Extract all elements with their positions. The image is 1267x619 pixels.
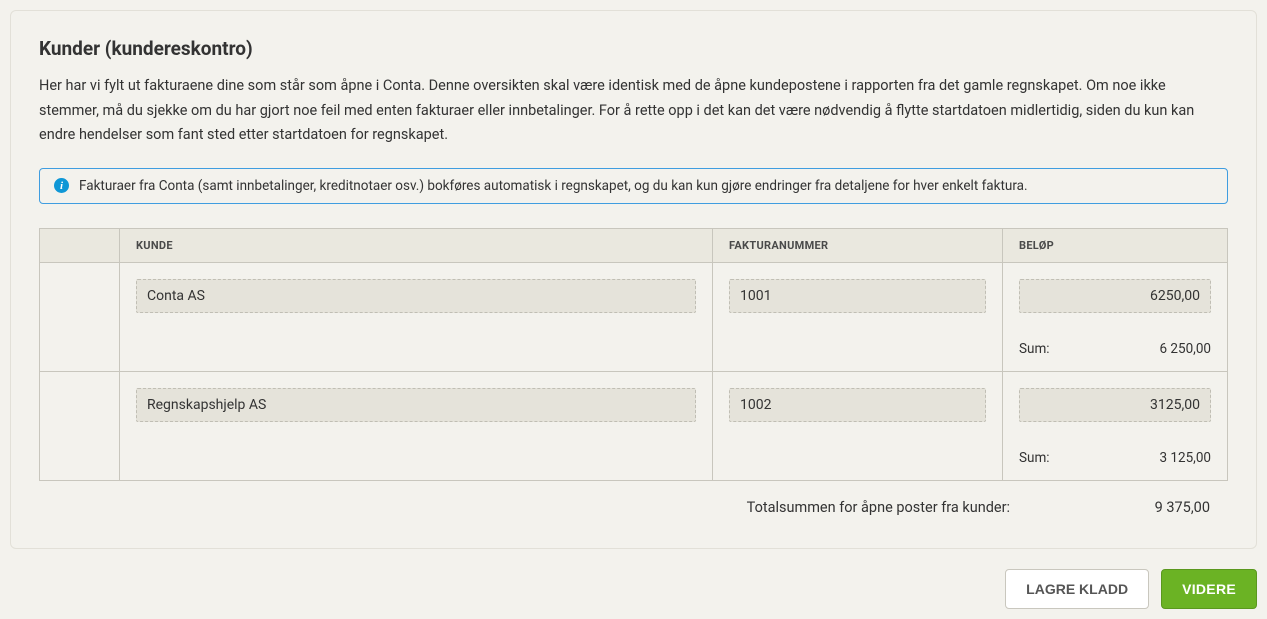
total-value: 9 375,00 — [1120, 499, 1210, 516]
col-header-fakturanummer: FAKTURANUMMER — [713, 228, 1003, 262]
customer-table: KUNDE FAKTURANUMMER BELØP Conta AS 1001 … — [39, 228, 1228, 481]
table-row: Conta AS 1001 6250,00 Sum: 6 250,00 — [40, 262, 1228, 371]
info-text: Fakturaer fra Conta (samt innbetalinger,… — [79, 178, 1028, 194]
row-sum-value: 3 125,00 — [1159, 450, 1211, 466]
amount-field: 3125,00 — [1019, 388, 1211, 422]
customer-name-field: Regnskapshjelp AS — [136, 388, 696, 422]
row-sum-label: Sum: — [1019, 450, 1050, 466]
section-description: Her har vi fylt ut fakturaene dine som s… — [39, 74, 1228, 148]
action-bar: LAGRE KLADD VIDERE — [10, 569, 1257, 609]
col-header-blank — [40, 228, 120, 262]
customer-name-field: Conta AS — [136, 279, 696, 313]
col-header-belop: BELØP — [1003, 228, 1228, 262]
col-header-kunde: KUNDE — [120, 228, 713, 262]
total-row: Totalsummen for åpne poster fra kunder: … — [39, 481, 1228, 520]
info-callout: i Fakturaer fra Conta (samt innbetalinge… — [39, 168, 1228, 204]
customer-ledger-panel: Kunder (kundereskontro) Her har vi fylt … — [10, 10, 1257, 549]
next-button[interactable]: VIDERE — [1161, 569, 1257, 609]
invoice-number-field: 1002 — [729, 388, 986, 422]
info-icon: i — [54, 178, 69, 193]
save-draft-button[interactable]: LAGRE KLADD — [1005, 569, 1149, 609]
row-sum-value: 6 250,00 — [1159, 341, 1211, 357]
row-sum-label: Sum: — [1019, 341, 1050, 357]
section-title: Kunder (kundereskontro) — [39, 37, 1228, 60]
table-row: Regnskapshjelp AS 1002 3125,00 Sum: 3 12… — [40, 371, 1228, 480]
total-label: Totalsummen for åpne poster fra kunder: — [747, 499, 1010, 516]
invoice-number-field: 1001 — [729, 279, 986, 313]
amount-field: 6250,00 — [1019, 279, 1211, 313]
